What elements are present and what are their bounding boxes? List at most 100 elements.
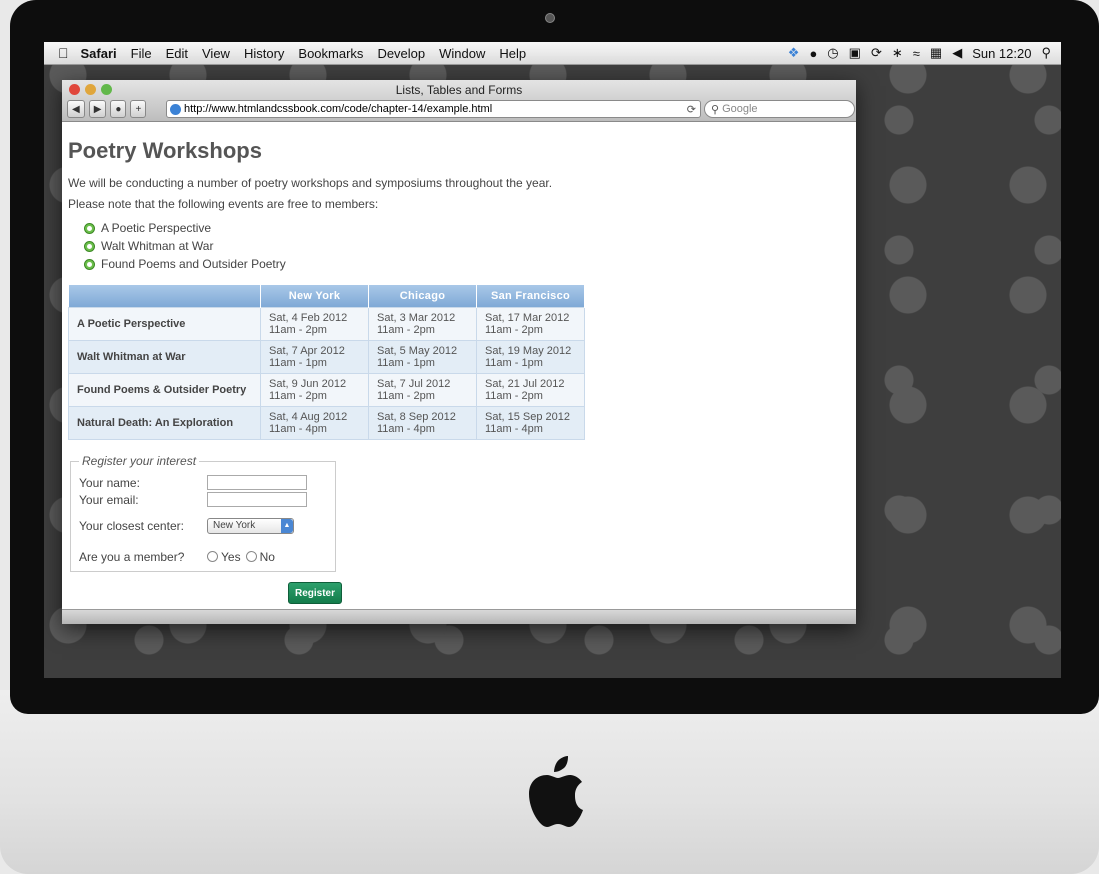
member-no-radio[interactable]: [245, 551, 257, 562]
search-icon: ⚲: [711, 103, 720, 116]
table-row: A Poetic Perspective Sat, 4 Feb 2012 11am…: [68, 307, 585, 341]
table-header-chicago: Chicago: [368, 285, 477, 308]
event-date-cell: Sat, 9 Jun 2012 11am - 2pm: [260, 373, 369, 407]
member-yes-radio[interactable]: [207, 551, 218, 562]
menu-help[interactable]: Help: [499, 46, 526, 61]
apple-menu-icon[interactable]: : [58, 45, 69, 61]
evernote-clip-button[interactable]: ●: [110, 100, 127, 118]
menu-history[interactable]: History: [244, 46, 284, 61]
forward-button[interactable]: ▶: [88, 100, 107, 118]
event-date-cell: Sat, 3 Mar 2012 11am - 2pm: [368, 307, 477, 341]
input-menu-icon[interactable]: ▦: [930, 45, 942, 61]
menu-file[interactable]: File: [131, 46, 152, 61]
date-text: Sat, 15 Sep 2012: [485, 411, 571, 423]
evernote-icon[interactable]: ●: [809, 46, 817, 61]
bullet-icon: [84, 240, 95, 252]
bluetooth-icon[interactable]: ∗: [892, 45, 903, 61]
volume-icon[interactable]: ◀: [952, 45, 962, 61]
center-label: Your closest center:: [79, 518, 184, 533]
time-text: 11am - 2pm: [377, 324, 435, 336]
reload-icon[interactable]: ⟳: [687, 103, 696, 116]
list-item-label: Walt Whitman at War: [101, 239, 214, 253]
globe-icon: [170, 103, 181, 115]
note-text: Please note that the following events ar…: [68, 197, 379, 211]
page-title: Poetry Workshops: [68, 138, 262, 163]
dropbox-icon[interactable]: ❖: [788, 45, 800, 61]
time-text: 11am - 4pm: [377, 423, 435, 435]
table-header-new-york: New York: [260, 285, 369, 308]
sync-icon[interactable]: ⟳: [871, 45, 882, 61]
event-date-cell: Sat, 21 Jul 2012 11am - 2pm: [476, 373, 585, 407]
list-item-label: A Poetic Perspective: [101, 221, 212, 235]
time-text: 11am - 2pm: [269, 390, 327, 402]
event-date-cell: Sat, 8 Sep 2012 11am - 4pm: [368, 406, 477, 440]
list-item-label: Found Poems and Outsider Poetry: [101, 257, 286, 271]
menu-edit[interactable]: Edit: [166, 46, 188, 61]
search-field[interactable]: ⚲ Google: [704, 100, 855, 118]
email-row: Your email:: [79, 491, 327, 508]
menu-develop[interactable]: Develop: [377, 46, 425, 61]
event-date-cell: Sat, 4 Feb 2012 11am - 2pm: [260, 307, 369, 341]
menu-bar:  Safari File Edit View History Bookmark…: [44, 42, 1061, 65]
event-date-cell: Sat, 5 May 2012 11am - 1pm: [368, 340, 477, 374]
register-legend: Register your interest: [82, 454, 197, 468]
email-input[interactable]: [207, 492, 307, 507]
menu-app-safari[interactable]: Safari: [81, 46, 117, 61]
date-text: Sat, 4 Feb 2012: [269, 312, 348, 324]
table-header-san-francisco: San Francisco: [476, 285, 585, 308]
bullet-icon: [84, 222, 95, 234]
menu-clock[interactable]: Sun 12:20: [972, 46, 1031, 61]
time-text: 11am - 2pm: [485, 390, 543, 402]
event-date-cell: Sat, 17 Mar 2012 11am - 2pm: [476, 307, 585, 341]
event-name: Natural Death: An Exploration: [68, 406, 261, 440]
table-row: Found Poems & Outsider Poetry Sat, 9 Jun…: [68, 373, 585, 407]
table-header-blank: [68, 285, 261, 308]
date-text: Sat, 5 May 2012: [377, 345, 458, 357]
date-text: Sat, 7 Jul 2012: [377, 378, 451, 390]
name-label: Your name:: [79, 475, 140, 490]
window-title: Lists, Tables and Forms: [395, 83, 523, 97]
table-row: Natural Death: An Exploration Sat, 4 Aug…: [68, 406, 585, 440]
time-text: 11am - 4pm: [269, 423, 327, 435]
name-row: Your name:: [79, 474, 327, 491]
menu-view[interactable]: View: [202, 46, 230, 61]
event-date-cell: Sat, 15 Sep 2012 11am - 4pm: [476, 406, 585, 440]
menu-window[interactable]: Window: [439, 46, 485, 61]
center-row: Your closest center: New York ▲: [79, 517, 327, 534]
title-bar: Lists, Tables and Forms ◀ ▶ ● + http://w…: [62, 80, 856, 122]
time-machine-icon[interactable]: ◷: [827, 45, 838, 61]
date-text: Sat, 9 Jun 2012: [269, 378, 347, 390]
page-content: Poetry Workshops We will be conducting a…: [62, 138, 856, 572]
add-bookmark-button[interactable]: +: [130, 100, 147, 118]
spotlight-icon[interactable]: ⚲: [1041, 45, 1051, 61]
list-item: A Poetic Perspective: [84, 221, 850, 235]
address-bar[interactable]: http://www.htmlandcssbook.com/code/chapt…: [166, 100, 701, 118]
list-item: Walt Whitman at War: [84, 239, 850, 253]
event-date-cell: Sat, 19 May 2012 11am - 1pm: [476, 340, 585, 374]
email-label: Your email:: [79, 492, 139, 507]
display-icon[interactable]: ▣: [849, 45, 861, 61]
wifi-icon[interactable]: ≈: [913, 46, 920, 61]
apple-logo-icon: [500, 748, 610, 838]
bullet-icon: [84, 258, 95, 270]
date-text: Sat, 3 Mar 2012: [377, 312, 456, 324]
center-select[interactable]: New York ▲: [207, 517, 294, 534]
register-button[interactable]: Register: [288, 582, 343, 604]
time-text: 11am - 1pm: [485, 357, 543, 369]
member-yes-label[interactable]: Yes: [221, 550, 241, 564]
nav-buttons: ◀ ▶ ● +: [67, 100, 147, 118]
events-table: New York Chicago San Francisco A Poetic …: [68, 285, 585, 440]
browser-window: Lists, Tables and Forms ◀ ▶ ● + http://w…: [62, 80, 856, 624]
menu-bookmarks[interactable]: Bookmarks: [298, 46, 363, 61]
member-no-label[interactable]: No: [260, 550, 275, 564]
name-input[interactable]: [207, 475, 307, 490]
time-text: 11am - 2pm: [485, 324, 543, 336]
date-text: Sat, 4 Aug 2012: [269, 411, 348, 423]
time-text: 11am - 1pm: [269, 357, 327, 369]
status-menus: ❖ ● ◷ ▣ ⟳ ∗ ≈ ▦ ◀ Sun 12:20 ⚲: [788, 42, 1051, 64]
date-text: Sat, 7 Apr 2012: [269, 345, 345, 357]
back-button[interactable]: ◀: [67, 100, 85, 118]
status-bar: [62, 609, 856, 624]
table-header-row: New York Chicago San Francisco: [68, 285, 585, 308]
event-date-cell: Sat, 4 Aug 2012 11am - 4pm: [260, 406, 369, 440]
